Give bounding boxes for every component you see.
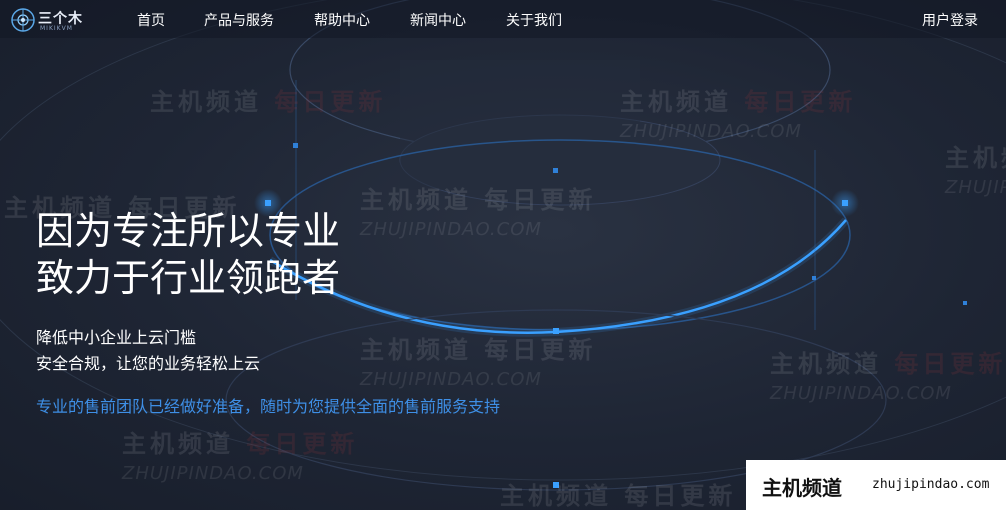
nav-item-about[interactable]: 关于我们 (506, 10, 562, 30)
headline-line-1: 因为专注所以专业 (36, 209, 341, 253)
hero-tagline: 专业的售前团队已经做好准备，随时为您提供全面的售前服务支持 (36, 397, 501, 416)
logo-icon (11, 8, 35, 32)
top-navbar: 三个木 MIKIKVM 首页 产品与服务 帮助中心 新闻中心 关于我们 用户登录 (0, 0, 1006, 38)
watermark-badge: 主机频道 zhujipindao.com (746, 460, 1006, 510)
nav-item-news[interactable]: 新闻中心 (410, 10, 466, 30)
brand-logo[interactable]: 三个木 MIKIKVM (10, 5, 90, 35)
hero-headline: 因为专注所以专业 致力于行业领跑者 (36, 208, 340, 302)
login-link[interactable]: 用户登录 (922, 10, 978, 30)
nav-item-products[interactable]: 产品与服务 (204, 10, 274, 30)
hero-banner: 主机频道 每日更新 主机频道 每日更新 ZHUJIPINDAO.COM 主机频道… (0, 0, 1006, 510)
hero-subtitle-2: 安全合规，让您的业务轻松上云 (36, 354, 261, 373)
hero-subtitle-1: 降低中小企业上云门槛 (36, 328, 197, 347)
badge-en-text: zhujipindao.com (872, 477, 990, 492)
nav-item-home[interactable]: 首页 (137, 10, 165, 30)
badge-cn-text: 主机频道 (762, 476, 842, 500)
nav-item-help[interactable]: 帮助中心 (314, 10, 370, 30)
headline-line-2: 致力于行业领跑者 (36, 256, 341, 300)
brand-subtitle: MIKIKVM (40, 25, 73, 32)
